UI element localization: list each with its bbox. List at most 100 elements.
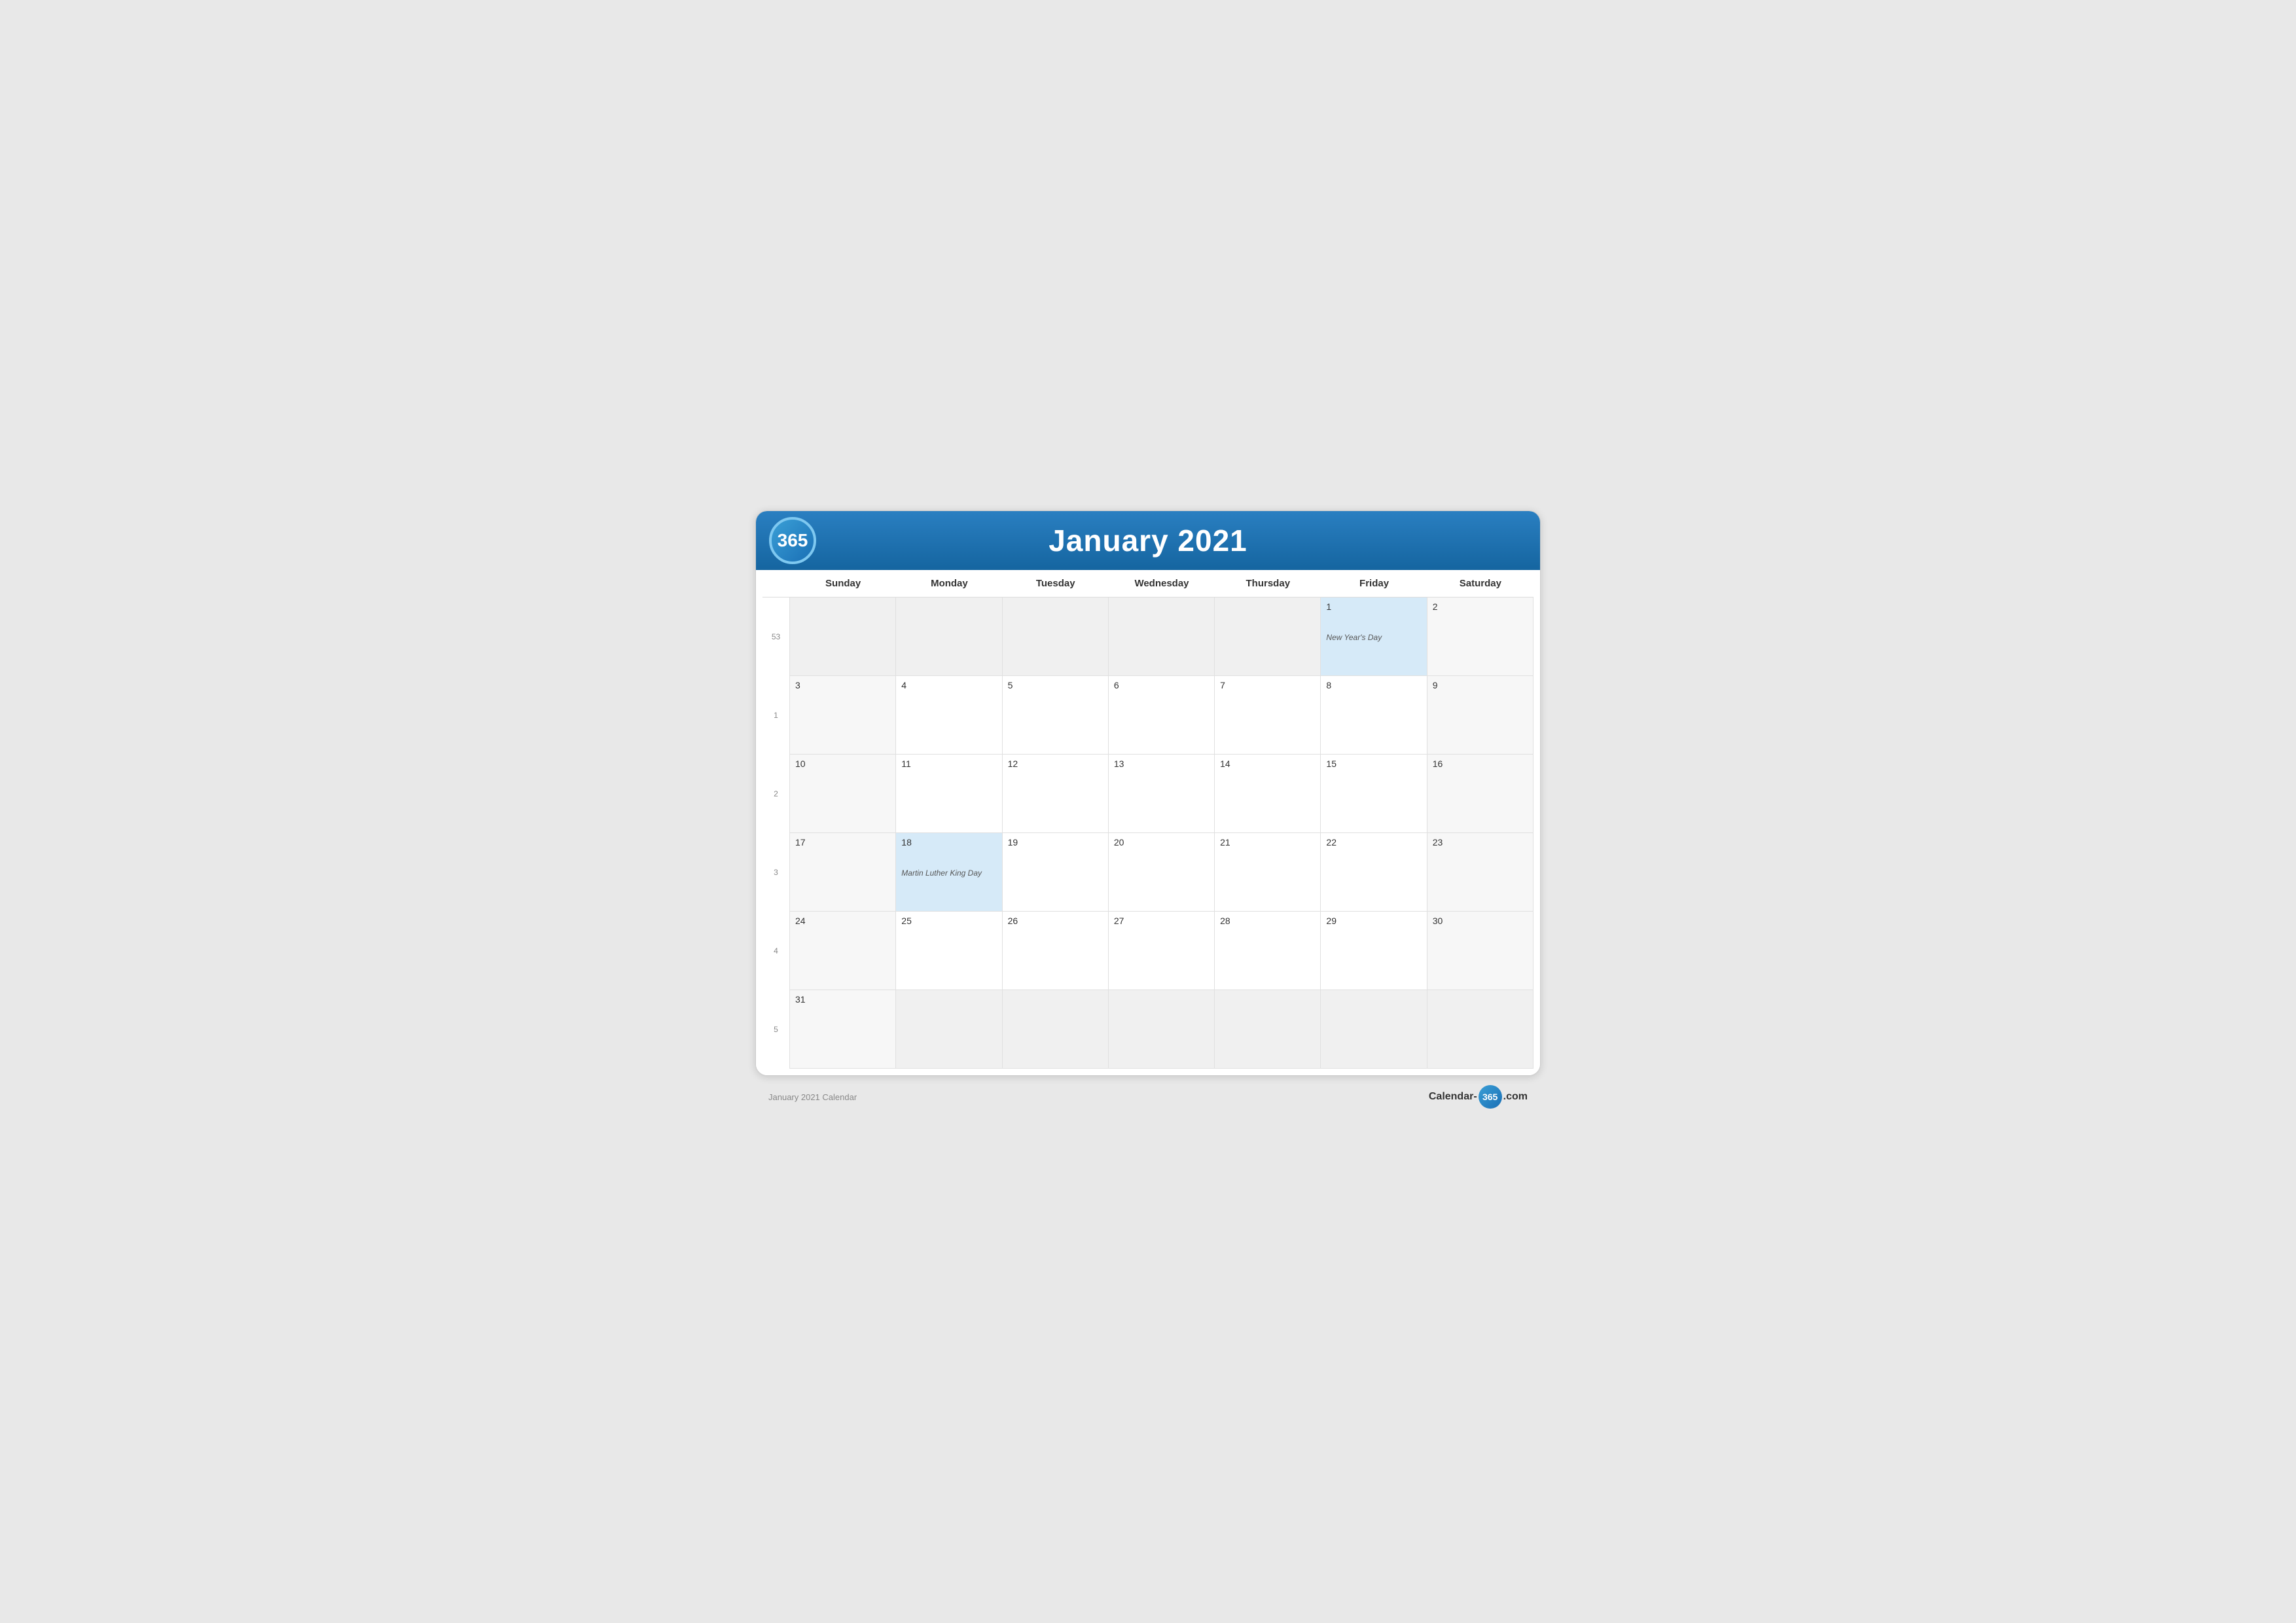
cal-day-14[interactable]: 14 (1215, 755, 1321, 833)
cal-day-3[interactable]: 3 (790, 676, 896, 755)
day-number: 16 (1433, 758, 1443, 769)
cal-day-empty[interactable] (1109, 597, 1215, 676)
cal-day-empty[interactable] (1427, 990, 1534, 1069)
logo-badge: 365 (769, 517, 816, 564)
cal-day-9[interactable]: 9 (1427, 676, 1534, 755)
holiday-label: Martin Luther King Day (901, 868, 996, 878)
cal-day-empty[interactable] (1003, 990, 1109, 1069)
day-header-tuesday: Tuesday (1003, 570, 1109, 597)
day-number: 2 (1433, 601, 1438, 612)
day-number: 24 (795, 916, 806, 926)
cal-day-30[interactable]: 30 (1427, 912, 1534, 990)
week-number-1: 1 (762, 676, 790, 755)
day-number: 21 (1220, 837, 1230, 847)
cal-day-18[interactable]: 18 Martin Luther King Day (896, 833, 1002, 912)
day-number: 14 (1220, 758, 1230, 769)
day-number: 1 (1326, 601, 1331, 612)
holiday-label: New Year's Day (1326, 633, 1421, 642)
cal-day-21[interactable]: 21 (1215, 833, 1321, 912)
cal-day-25[interactable]: 25 (896, 912, 1002, 990)
cal-day-28[interactable]: 28 (1215, 912, 1321, 990)
cal-day-15[interactable]: 15 (1321, 755, 1427, 833)
week-number-4: 4 (762, 912, 790, 990)
week-number-53: 53 (762, 597, 790, 676)
cal-day-29[interactable]: 29 (1321, 912, 1427, 990)
day-header-friday: Friday (1321, 570, 1427, 597)
cal-day-empty[interactable] (896, 597, 1002, 676)
cal-day-empty[interactable] (1321, 990, 1427, 1069)
cal-day-13[interactable]: 13 (1109, 755, 1215, 833)
footer-left-text: January 2021 Calendar (768, 1092, 857, 1102)
day-number: 3 (795, 680, 800, 690)
day-header-wednesday: Wednesday (1109, 570, 1215, 597)
cal-day-22[interactable]: 22 (1321, 833, 1427, 912)
day-header-sunday: Sunday (790, 570, 896, 597)
cal-day-10[interactable]: 10 (790, 755, 896, 833)
day-number: 29 (1326, 916, 1336, 926)
day-number: 20 (1114, 837, 1124, 847)
cal-day-empty[interactable] (1003, 597, 1109, 676)
cal-day-11[interactable]: 11 (896, 755, 1002, 833)
cal-day-empty[interactable] (896, 990, 1002, 1069)
cal-day-1[interactable]: 1 New Year's Day (1321, 597, 1427, 676)
day-header-monday: Monday (896, 570, 1002, 597)
day-number: 19 (1008, 837, 1018, 847)
cal-day-17[interactable]: 17 (790, 833, 896, 912)
footer: January 2021 Calendar Calendar- 365 .com (755, 1076, 1541, 1113)
week-number-2: 2 (762, 755, 790, 833)
cal-day-31[interactable]: 31 (790, 990, 896, 1069)
calendar-title: January 2021 (776, 523, 1520, 558)
day-header-thursday: Thursday (1215, 570, 1321, 597)
day-number: 18 (901, 837, 912, 847)
cal-day-empty[interactable] (790, 597, 896, 676)
week-number-5: 5 (762, 990, 790, 1069)
day-number: 30 (1433, 916, 1443, 926)
footer-badge: 365 (1479, 1085, 1502, 1109)
day-number: 5 (1008, 680, 1013, 690)
cal-day-6[interactable]: 6 (1109, 676, 1215, 755)
cal-day-5[interactable]: 5 (1003, 676, 1109, 755)
day-number: 26 (1008, 916, 1018, 926)
cal-day-26[interactable]: 26 (1003, 912, 1109, 990)
day-number: 28 (1220, 916, 1230, 926)
day-number: 31 (795, 994, 806, 1005)
cal-day-27[interactable]: 27 (1109, 912, 1215, 990)
day-number: 11 (901, 758, 911, 769)
day-number: 17 (795, 837, 806, 847)
week-num-header (762, 570, 790, 597)
footer-brand-prefix: Calendar- (1429, 1091, 1477, 1103)
day-number: 22 (1326, 837, 1336, 847)
cal-day-20[interactable]: 20 (1109, 833, 1215, 912)
cal-day-19[interactable]: 19 (1003, 833, 1109, 912)
cal-day-12[interactable]: 12 (1003, 755, 1109, 833)
day-number: 27 (1114, 916, 1124, 926)
day-number: 23 (1433, 837, 1443, 847)
day-headers-row: Sunday Monday Tuesday Wednesday Thursday… (762, 570, 1534, 597)
page-wrapper: 365 January 2021 Sunday Monday Tuesday W… (755, 510, 1541, 1113)
calendar-header: 365 January 2021 (756, 511, 1540, 570)
day-number: 25 (901, 916, 912, 926)
cal-day-empty[interactable] (1215, 597, 1321, 676)
cal-day-empty[interactable] (1215, 990, 1321, 1069)
day-number: 10 (795, 758, 806, 769)
calendar-container: 365 January 2021 Sunday Monday Tuesday W… (755, 510, 1541, 1076)
day-number: 13 (1114, 758, 1124, 769)
cal-day-empty[interactable] (1109, 990, 1215, 1069)
footer-right: Calendar- 365 .com (1429, 1085, 1528, 1109)
footer-brand-suffix: .com (1503, 1091, 1528, 1103)
calendar-grid: 531New Year's Day21345678921011121314151… (762, 597, 1534, 1069)
day-number: 15 (1326, 758, 1336, 769)
day-number: 8 (1326, 680, 1331, 690)
cal-day-8[interactable]: 8 (1321, 676, 1427, 755)
day-number: 7 (1220, 680, 1225, 690)
week-number-3: 3 (762, 833, 790, 912)
day-number: 6 (1114, 680, 1119, 690)
day-number: 12 (1008, 758, 1018, 769)
cal-day-4[interactable]: 4 (896, 676, 1002, 755)
cal-day-16[interactable]: 16 (1427, 755, 1534, 833)
cal-day-7[interactable]: 7 (1215, 676, 1321, 755)
day-header-saturday: Saturday (1427, 570, 1534, 597)
cal-day-2[interactable]: 2 (1427, 597, 1534, 676)
cal-day-24[interactable]: 24 (790, 912, 896, 990)
cal-day-23[interactable]: 23 (1427, 833, 1534, 912)
